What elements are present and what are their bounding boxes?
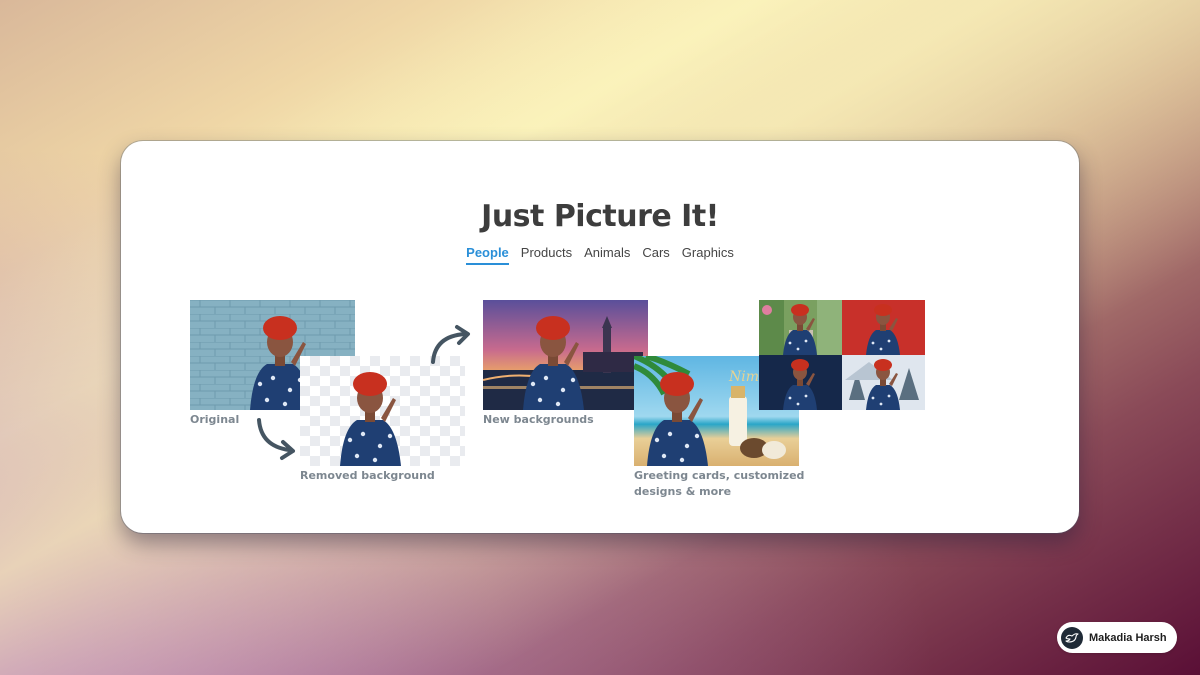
tab-cars[interactable]: Cars [642,245,669,265]
arrow-curved-down-icon [257,418,295,460]
new-background-photo [483,300,648,410]
author-badge[interactable]: Makadia Harsh [1057,622,1177,653]
arrow-curved-up-icon [431,325,470,364]
caption-new-backgrounds: New backgrounds [483,413,594,426]
caption-original: Original [190,413,240,426]
category-tabs: People Products Animals Cars Graphics [121,245,1079,265]
tab-graphics[interactable]: Graphics [682,245,734,265]
caption-removed-background: Removed background [300,469,435,482]
removed-background-photo [300,356,465,466]
author-name: Makadia Harsh [1089,631,1167,644]
bird-icon [1061,626,1083,649]
caption-greeting-line2: designs & more [634,485,732,498]
page-title: Just Picture It! [481,199,719,234]
tab-products[interactable]: Products [521,245,572,265]
variations-grid [759,300,925,410]
caption-greeting-cards: Greeting cards, customized designs & mor… [634,468,804,500]
showcase-card: Just Picture It! People Products Animals… [121,141,1079,533]
tab-people[interactable]: People [466,245,509,265]
tab-animals[interactable]: Animals [584,245,630,265]
caption-greeting-line1: Greeting cards, customized [634,469,805,482]
